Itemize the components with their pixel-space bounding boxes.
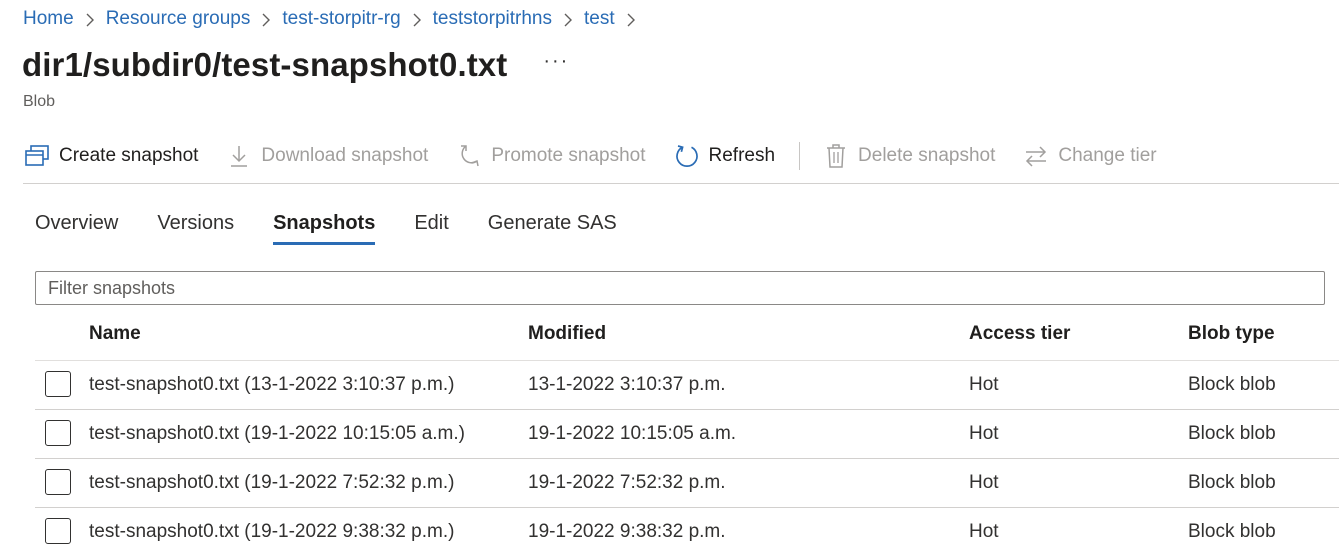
chevron-right-icon <box>615 9 647 30</box>
snapshot-modified: 19-1-2022 9:38:32 p.m. <box>528 521 726 542</box>
toolbar-divider-line <box>23 183 1339 184</box>
tab-bar: Overview Versions Snapshots Edit Generat… <box>35 212 656 245</box>
table-row[interactable]: test-snapshot0.txt (19-1-2022 9:38:32 p.… <box>35 508 1339 549</box>
command-toolbar: Create snapshot Download snapshot Promot… <box>23 136 1184 176</box>
breadcrumb-resource-groups[interactable]: Resource groups <box>106 8 251 30</box>
more-options-button[interactable]: ··· <box>543 50 569 73</box>
table-row[interactable]: test-snapshot0.txt (19-1-2022 7:52:32 p.… <box>35 459 1339 508</box>
tab-edit[interactable]: Edit <box>414 212 448 245</box>
snapshot-blob-type: Block blob <box>1188 374 1276 395</box>
download-snapshot-button[interactable]: Download snapshot <box>225 142 428 170</box>
column-header-modified[interactable]: Modified <box>528 312 606 360</box>
refresh-button[interactable]: Refresh <box>673 142 776 170</box>
chevron-right-icon <box>250 9 282 30</box>
breadcrumb: Home Resource groups test-storpitr-rg te… <box>23 6 647 32</box>
snapshot-blob-type: Block blob <box>1188 472 1276 493</box>
snapshot-name[interactable]: test-snapshot0.txt (19-1-2022 9:38:32 p.… <box>89 508 454 549</box>
create-snapshot-button[interactable]: Create snapshot <box>23 142 198 170</box>
delete-snapshot-button[interactable]: Delete snapshot <box>822 142 995 170</box>
snapshot-access-tier: Hot <box>969 521 999 542</box>
tab-snapshots[interactable]: Snapshots <box>273 212 376 245</box>
snapshot-blob-type: Block blob <box>1188 521 1276 542</box>
page-title: dir1/subdir0/test-snapshot0.txt <box>22 46 508 83</box>
snapshot-access-tier: Hot <box>969 374 999 395</box>
snapshot-stack-icon <box>23 142 51 170</box>
toolbar-divider <box>799 142 801 170</box>
blob-snapshots-page: Home Resource groups test-storpitr-rg te… <box>0 0 1339 549</box>
row-checkbox[interactable] <box>45 371 71 397</box>
download-icon <box>225 142 253 170</box>
page-subtitle: Blob <box>23 93 56 110</box>
promote-snapshot-button[interactable]: Promote snapshot <box>455 142 646 170</box>
refresh-label: Refresh <box>708 145 776 166</box>
breadcrumb-home[interactable]: Home <box>23 8 74 30</box>
snapshot-modified: 19-1-2022 10:15:05 a.m. <box>528 423 737 444</box>
snapshot-blob-type: Block blob <box>1188 423 1276 444</box>
tab-generate-sas[interactable]: Generate SAS <box>488 212 617 245</box>
column-header-name[interactable]: Name <box>89 312 141 360</box>
tab-versions[interactable]: Versions <box>157 212 234 245</box>
row-checkbox[interactable] <box>45 420 71 446</box>
breadcrumb-resource-group[interactable]: test-storpitr-rg <box>282 8 400 30</box>
snapshot-access-tier: Hot <box>969 423 999 444</box>
chevron-right-icon <box>401 9 433 30</box>
change-tier-label: Change tier <box>1058 145 1157 166</box>
snapshot-name[interactable]: test-snapshot0.txt (13-1-2022 3:10:37 p.… <box>89 361 454 409</box>
trash-icon <box>822 142 850 170</box>
snapshot-name[interactable]: test-snapshot0.txt (19-1-2022 7:52:32 p.… <box>89 459 454 507</box>
promote-icon <box>455 142 483 170</box>
title-row: dir1/subdir0/test-snapshot0.txt ··· <box>22 46 569 84</box>
filter-snapshots-input[interactable] <box>35 271 1325 305</box>
row-checkbox[interactable] <box>45 469 71 495</box>
column-header-access-tier[interactable]: Access tier <box>969 312 1070 360</box>
create-snapshot-label: Create snapshot <box>59 145 199 166</box>
snapshot-name[interactable]: test-snapshot0.txt (19-1-2022 10:15:05 a… <box>89 410 465 458</box>
table-header: Name Modified Access tier Blob type <box>35 312 1339 361</box>
snapshot-modified: 13-1-2022 3:10:37 p.m. <box>528 374 726 395</box>
download-snapshot-label: Download snapshot <box>261 145 429 166</box>
column-header-blob-type[interactable]: Blob type <box>1188 312 1275 360</box>
swap-arrows-icon <box>1022 142 1050 170</box>
snapshot-modified: 19-1-2022 7:52:32 p.m. <box>528 472 726 493</box>
promote-snapshot-label: Promote snapshot <box>491 145 646 166</box>
table-row[interactable]: test-snapshot0.txt (19-1-2022 10:15:05 a… <box>35 410 1339 459</box>
tab-overview[interactable]: Overview <box>35 212 118 245</box>
breadcrumb-storage-account[interactable]: teststorpitrhns <box>433 8 552 30</box>
chevron-right-icon <box>552 9 584 30</box>
change-tier-button[interactable]: Change tier <box>1022 142 1157 170</box>
snapshots-table: Name Modified Access tier Blob type test… <box>35 312 1339 549</box>
refresh-icon <box>673 142 701 170</box>
delete-snapshot-label: Delete snapshot <box>858 145 996 166</box>
breadcrumb-container[interactable]: test <box>584 8 615 30</box>
row-checkbox[interactable] <box>45 518 71 544</box>
chevron-right-icon <box>74 9 106 30</box>
snapshot-access-tier: Hot <box>969 472 999 493</box>
table-row[interactable]: test-snapshot0.txt (13-1-2022 3:10:37 p.… <box>35 361 1339 410</box>
